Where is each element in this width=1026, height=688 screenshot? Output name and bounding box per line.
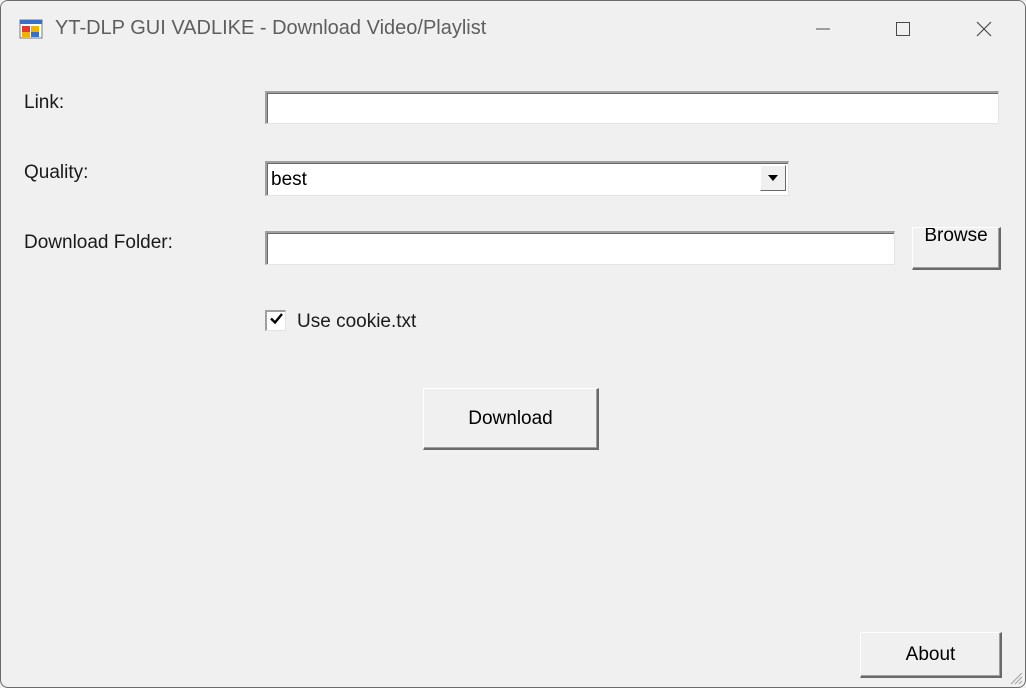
minimize-icon (815, 21, 831, 37)
window-title: YT-DLP GUI VADLIKE - Download Video/Play… (55, 17, 487, 39)
checkmark-icon (269, 311, 284, 331)
resize-grip-icon[interactable] (1007, 669, 1023, 685)
minimize-button[interactable] (800, 9, 846, 49)
download-button-label: Download (468, 407, 553, 429)
quality-label: Quality: (24, 162, 89, 183)
browse-button-label: Browse (924, 227, 988, 246)
download-folder-input[interactable] (265, 231, 895, 265)
app-window-icon (19, 17, 43, 41)
about-button-label: About (905, 643, 956, 665)
link-label: Link: (24, 92, 65, 113)
title-bar[interactable]: YT-DLP GUI VADLIKE - Download Video/Play… (1, 1, 1025, 57)
download-button[interactable]: Download (423, 388, 599, 450)
close-icon (976, 21, 992, 37)
dropdown-arrow-button[interactable] (760, 165, 786, 191)
quality-dropdown[interactable]: best (265, 161, 789, 196)
download-folder-label: Download Folder: (24, 232, 173, 253)
browse-button[interactable]: Browse (912, 227, 1001, 270)
app-window: YT-DLP GUI VADLIKE - Download Video/Play… (0, 0, 1026, 688)
link-input[interactable] (265, 91, 999, 124)
use-cookie-label[interactable]: Use cookie.txt (297, 311, 416, 333)
use-cookie-checkbox[interactable] (265, 310, 286, 331)
chevron-down-icon (767, 169, 779, 187)
close-button[interactable] (961, 9, 1007, 49)
maximize-icon (895, 21, 911, 37)
about-button[interactable]: About (860, 632, 1002, 678)
maximize-button[interactable] (880, 9, 926, 49)
quality-selected-value: best (271, 169, 307, 190)
